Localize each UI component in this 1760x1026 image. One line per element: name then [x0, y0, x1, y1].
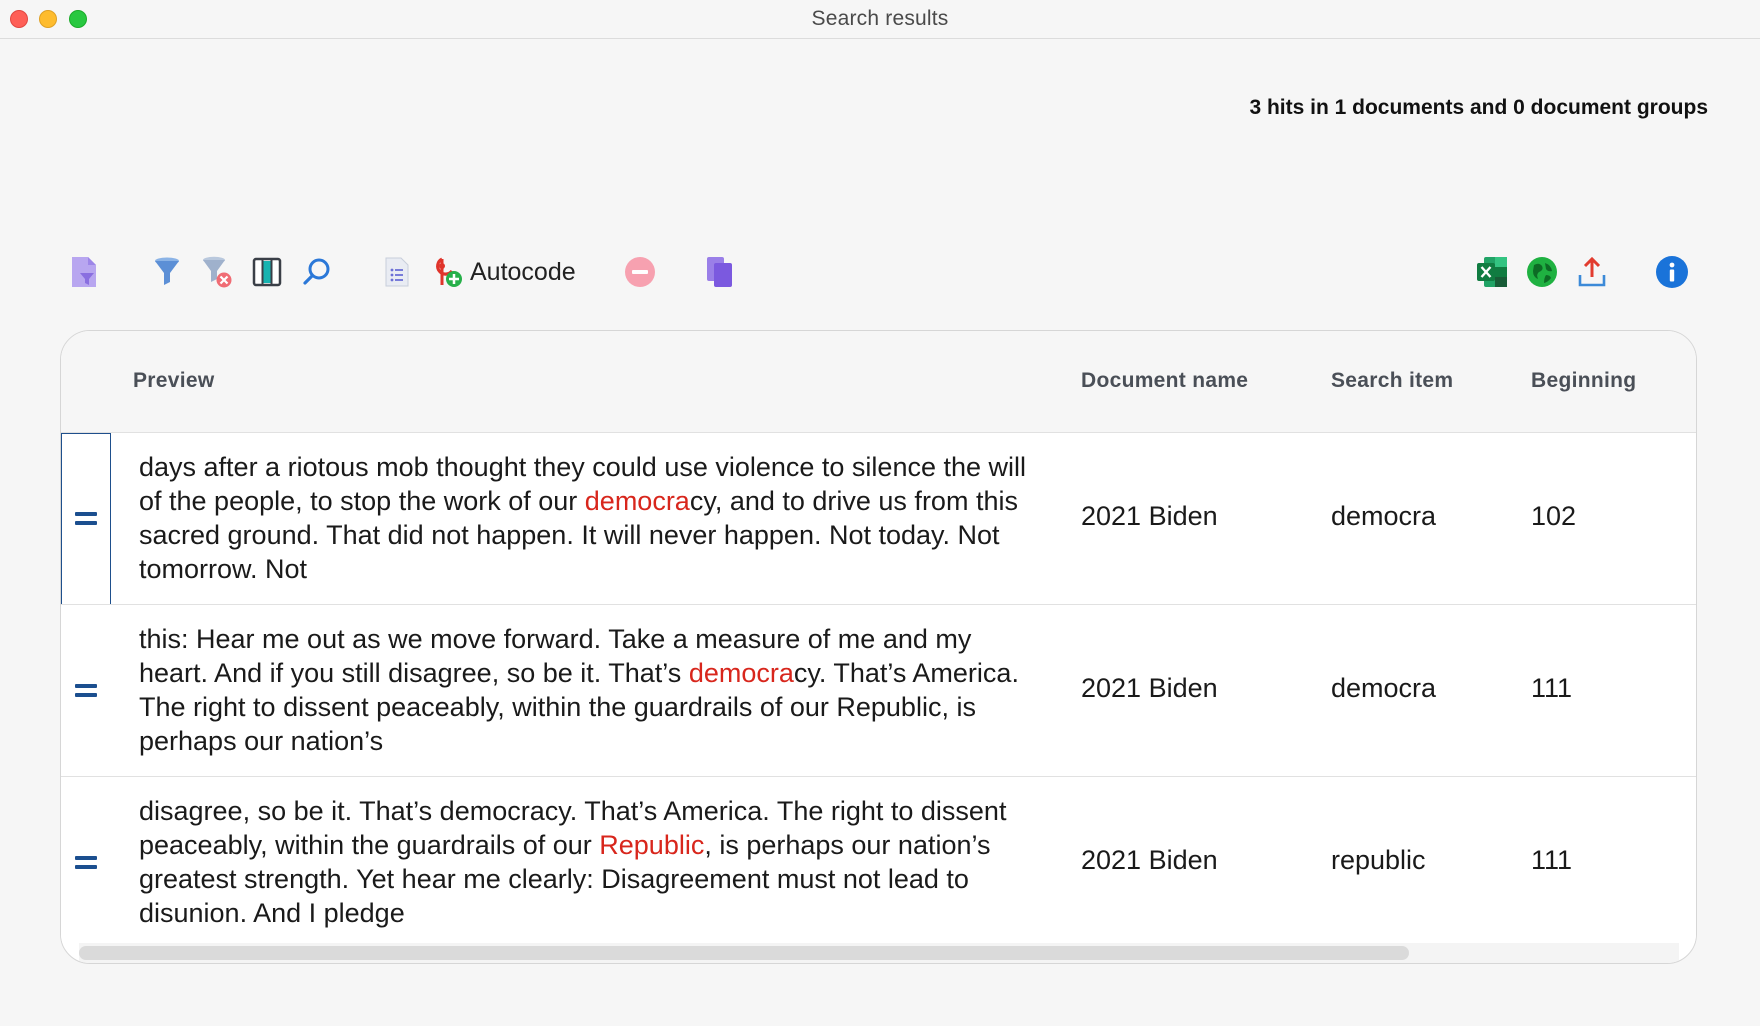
column-header-preview[interactable]: Preview	[133, 369, 215, 393]
autocode-icon	[436, 257, 462, 287]
beginning-cell: 111	[1531, 845, 1573, 875]
web-export-button[interactable]	[1522, 248, 1562, 296]
horizontal-scrollbar-thumb[interactable]	[79, 946, 1409, 960]
table-header: Preview Document name Search item Beginn…	[61, 331, 1696, 432]
search-icon	[303, 258, 330, 285]
list-document-button[interactable]	[380, 248, 414, 296]
copy-documents-icon	[707, 257, 732, 287]
export-icon	[1578, 256, 1606, 287]
remove-button[interactable]	[620, 248, 660, 296]
copy-documents-button[interactable]	[700, 248, 740, 296]
preview-text: disagree, so be it. That’s democracy. Th…	[139, 794, 1039, 930]
row-handle[interactable]	[61, 433, 111, 605]
info-icon	[1656, 256, 1688, 288]
search-item-cell: democra	[1331, 501, 1437, 531]
document-name-cell: 2021 Biden	[1081, 845, 1218, 875]
preview-hit: Republic	[599, 830, 705, 860]
clear-filter-icon	[203, 256, 232, 288]
filter-icon	[155, 257, 179, 285]
window-title: Search results	[811, 7, 949, 30]
row-handle[interactable]	[61, 605, 111, 777]
web-export-icon	[1527, 257, 1557, 287]
excel-export-button[interactable]	[1472, 248, 1512, 296]
horizontal-scrollbar[interactable]	[79, 943, 1679, 963]
document-name-cell: 2021 Biden	[1081, 501, 1218, 531]
columns-button[interactable]	[250, 248, 284, 296]
document-name-cell: 2021 Biden	[1081, 673, 1218, 703]
preview-hit: democra	[688, 658, 794, 688]
equals-icon	[75, 684, 97, 698]
toolbar: Autocode	[60, 248, 1700, 296]
equals-icon	[75, 512, 97, 526]
columns-icon	[252, 257, 282, 287]
clear-filter-button[interactable]	[200, 248, 234, 296]
beginning-cell: 111	[1531, 673, 1573, 703]
table-row[interactable]: this: Hear me out as we move forward. Ta…	[61, 604, 1696, 777]
preview-hit: democra	[584, 486, 690, 516]
column-header-document-name[interactable]: Document name	[1081, 369, 1248, 393]
preview-text: this: Hear me out as we move forward. Ta…	[139, 622, 1039, 758]
column-header-beginning[interactable]: Beginning	[1531, 369, 1636, 393]
list-document-icon	[385, 257, 409, 287]
filter-button[interactable]	[150, 248, 184, 296]
autocode-label: Autocode	[470, 257, 576, 286]
export-button[interactable]	[1572, 248, 1612, 296]
search-button[interactable]	[300, 248, 334, 296]
equals-icon	[75, 856, 97, 870]
document-filter-icon	[72, 257, 96, 287]
hits-summary: 3 hits in 1 documents and 0 document gro…	[1249, 96, 1708, 119]
beginning-cell: 102	[1531, 501, 1577, 531]
excel-export-icon	[1477, 257, 1507, 287]
document-filter-button[interactable]	[68, 248, 102, 296]
remove-icon	[625, 257, 655, 287]
column-header-search-item[interactable]: Search item	[1331, 369, 1453, 393]
info-button[interactable]	[1652, 248, 1692, 296]
table-row[interactable]: days after a riotous mob thought they co…	[61, 432, 1696, 605]
preview-text: days after a riotous mob thought they co…	[139, 450, 1039, 586]
search-results-window: Search results 3 hits in 1 documents and…	[0, 0, 1760, 1026]
search-item-cell: democra	[1331, 673, 1437, 703]
title-bar: Search results	[0, 0, 1760, 39]
search-item-cell: republic	[1331, 845, 1426, 875]
row-handle[interactable]	[61, 777, 111, 949]
table-row[interactable]: disagree, so be it. That’s democracy. Th…	[61, 776, 1696, 949]
autocode-button[interactable]: Autocode	[432, 248, 602, 296]
results-table: Preview Document name Search item Beginn…	[60, 330, 1697, 964]
